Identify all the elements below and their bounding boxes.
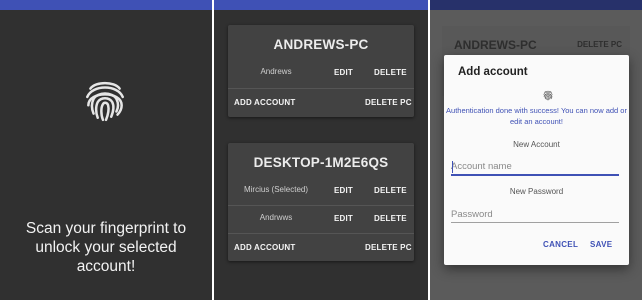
fingerprint-icon — [542, 89, 554, 101]
scan-message: Scan your fingerprint to unlock your sel… — [25, 220, 187, 275]
delete-account-button[interactable]: DELETE — [374, 186, 407, 195]
delete-pc-button[interactable]: DELETE PC — [365, 243, 412, 252]
password-input[interactable] — [451, 206, 619, 223]
text-caret — [452, 161, 453, 173]
new-account-label: New Account — [513, 140, 560, 149]
delete-pc-button: DELETE PC — [577, 40, 622, 49]
save-button[interactable]: SAVE — [590, 240, 612, 249]
add-account-button[interactable]: ADD ACCOUNT — [234, 98, 295, 107]
scan-screen: Scan your fingerprint to unlock your sel… — [0, 0, 212, 300]
delete-pc-button[interactable]: DELETE PC — [365, 98, 412, 107]
pc-title: DESKTOP-1M2E6QS — [253, 155, 389, 170]
pc-title: ANDREWS-PC — [273, 37, 369, 52]
account-name: Andrwws — [259, 213, 293, 222]
dialog-title: Add account — [458, 66, 528, 78]
edit-account-button[interactable]: EDIT — [334, 186, 353, 195]
delete-account-button[interactable]: DELETE — [374, 214, 407, 223]
account-name: Andrews — [260, 67, 292, 76]
status-bar — [214, 0, 428, 10]
divider — [228, 233, 414, 234]
pc-card: DESKTOP-1M2E6QS Mircius (Selected) EDIT … — [228, 143, 414, 261]
pc-list-screen: ANDREWS-PC Andrews EDIT DELETE ADD ACCOU… — [214, 0, 428, 300]
delete-account-button[interactable]: DELETE — [374, 68, 407, 77]
edit-account-button[interactable]: EDIT — [334, 68, 353, 77]
add-account-button[interactable]: ADD ACCOUNT — [234, 243, 295, 252]
add-account-screen: ANDREWS-PC DELETE PC Add account Authent… — [430, 0, 642, 300]
account-name: Mircius (Selected) — [243, 185, 308, 194]
pc-title: ANDREWS-PC — [454, 38, 537, 52]
success-message: Authentication done with success! You ca… — [446, 106, 627, 126]
account-name-input[interactable] — [451, 159, 619, 176]
edit-account-button[interactable]: EDIT — [334, 214, 353, 223]
status-bar — [430, 0, 642, 10]
cancel-button[interactable]: CANCEL — [543, 240, 578, 249]
add-account-dialog: Add account Authentication done with suc… — [444, 55, 629, 265]
pc-card: ANDREWS-PC Andrews EDIT DELETE ADD ACCOU… — [228, 25, 414, 117]
new-password-label: New Password — [509, 187, 564, 196]
fingerprint-icon[interactable] — [80, 74, 130, 124]
account-row: Andrwws EDIT DELETE — [228, 206, 414, 232]
account-row: Mircius (Selected) EDIT DELETE — [228, 178, 414, 204]
divider — [228, 88, 414, 89]
account-row: Andrews EDIT DELETE — [228, 60, 414, 86]
status-bar — [0, 0, 212, 10]
